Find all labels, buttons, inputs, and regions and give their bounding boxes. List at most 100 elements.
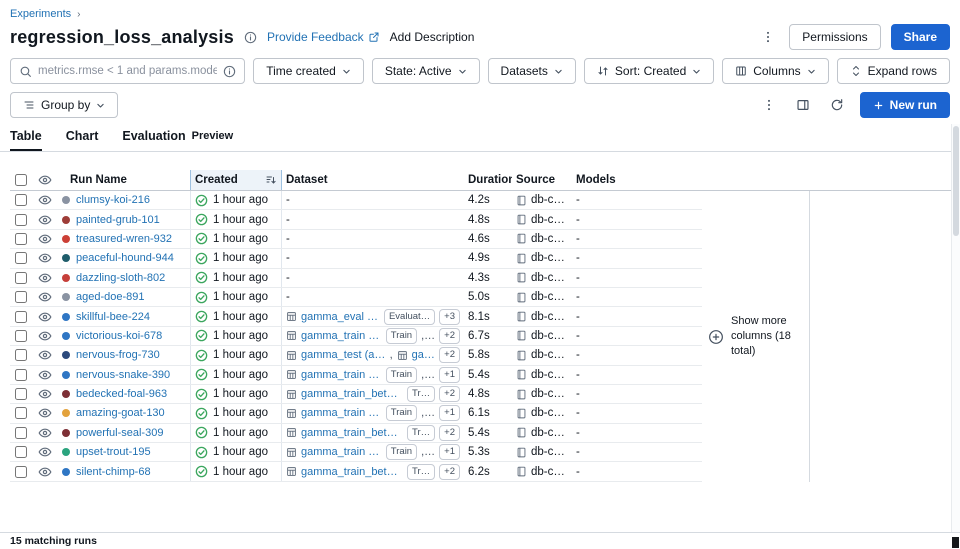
column-header-created[interactable]: Created: [190, 170, 282, 190]
row-checkbox[interactable]: [15, 388, 27, 400]
time-created-dropdown[interactable]: Time created: [253, 58, 364, 84]
provide-feedback-link[interactable]: Provide Feedback: [267, 30, 380, 44]
columns-dropdown[interactable]: Columns: [722, 58, 828, 84]
eye-icon[interactable]: [38, 445, 52, 459]
dataset-more-chip[interactable]: +1: [439, 444, 460, 460]
add-description-button[interactable]: Add Description: [390, 30, 475, 44]
dataset-more-chip[interactable]: +2: [439, 425, 460, 441]
refresh-runs-button[interactable]: [826, 94, 848, 116]
tab-table[interactable]: Table: [10, 129, 42, 151]
eye-icon[interactable]: [38, 251, 52, 265]
dataset-link[interactable]: gamma_train (b06b137d): [301, 407, 382, 419]
dataset-link[interactable]: gamma_train_beta (d5ef20ed): [301, 427, 403, 439]
dataset-more-chip[interactable]: +2: [439, 347, 460, 363]
dataset-more-chip[interactable]: +1: [439, 367, 460, 383]
dataset-link[interactable]: gamma_train (b06b137d): [301, 330, 382, 342]
row-checkbox[interactable]: [15, 349, 27, 361]
vertical-scrollbar[interactable]: [951, 124, 960, 532]
dataset-link[interactable]: gamma_train_beta (d5ef20ed): [301, 388, 403, 400]
run-name-link[interactable]: treasured-wren-932: [76, 233, 172, 245]
state-dropdown[interactable]: State: Active: [372, 58, 480, 84]
tab-evaluation[interactable]: Evaluation Preview: [122, 129, 233, 151]
row-checkbox[interactable]: [15, 466, 27, 478]
dataset-more-chip[interactable]: +3: [439, 309, 460, 325]
permissions-button[interactable]: Permissions: [789, 24, 880, 50]
eye-icon[interactable]: [38, 193, 52, 207]
column-header-run-name[interactable]: Run Name: [58, 170, 190, 190]
row-checkbox[interactable]: [15, 369, 27, 381]
eye-icon[interactable]: [38, 290, 52, 304]
sort-dropdown[interactable]: Sort: Created: [584, 58, 714, 84]
run-name-link[interactable]: upset-trout-195: [76, 446, 151, 458]
dataset-more-chip[interactable]: +2: [439, 464, 460, 480]
eye-icon[interactable]: [38, 465, 52, 479]
eye-icon[interactable]: [38, 213, 52, 227]
eye-icon[interactable]: [38, 387, 52, 401]
dataset-more-chip[interactable]: +1: [439, 405, 460, 421]
expand-rows-button[interactable]: Expand rows: [837, 58, 950, 84]
run-name-link[interactable]: victorious-koi-678: [76, 330, 162, 342]
eye-icon[interactable]: [38, 173, 52, 187]
datasets-dropdown[interactable]: Datasets: [488, 58, 576, 84]
eye-icon[interactable]: [38, 329, 52, 343]
show-more-columns-button[interactable]: Show more columns (18 total): [702, 191, 810, 482]
dataset-link[interactable]: gamma_train (b06b137d): [301, 369, 382, 381]
run-name-link[interactable]: nervous-frog-730: [76, 349, 160, 361]
run-name-link[interactable]: dazzling-sloth-802: [76, 272, 165, 284]
row-checkbox[interactable]: [15, 427, 27, 439]
column-header-duration[interactable]: Duration: [464, 170, 512, 190]
run-name-link[interactable]: powerful-seal-309: [76, 427, 163, 439]
eye-icon[interactable]: [38, 310, 52, 324]
search-box[interactable]: [10, 58, 245, 84]
dataset-link[interactable]: gamma_eval (80038a42): [301, 311, 380, 323]
row-checkbox[interactable]: [15, 214, 27, 226]
row-checkbox[interactable]: [15, 252, 27, 264]
dataset-more-chip[interactable]: +2: [439, 386, 460, 402]
column-header-source[interactable]: Source: [512, 170, 572, 190]
run-name-link[interactable]: peaceful-hound-944: [76, 252, 174, 264]
dataset-link[interactable]: gamma_train (b06b137d): [301, 446, 382, 458]
sort-descending-icon[interactable]: [265, 174, 277, 186]
eye-icon[interactable]: [38, 232, 52, 246]
share-button[interactable]: Share: [891, 24, 950, 50]
dataset-link[interactable]: gamma_train_beta (d5ef20ed): [301, 466, 403, 478]
row-checkbox[interactable]: [15, 330, 27, 342]
dataset-link[interactable]: gam…: [412, 349, 435, 361]
row-checkbox[interactable]: [15, 194, 27, 206]
run-name-link[interactable]: clumsy-koi-216: [76, 194, 150, 206]
row-checkbox[interactable]: [15, 311, 27, 323]
scrollbar-thumb[interactable]: [953, 126, 959, 236]
select-all-checkbox[interactable]: [15, 174, 27, 186]
tab-chart[interactable]: Chart: [66, 129, 99, 151]
run-name-link[interactable]: aged-doe-891: [76, 291, 145, 303]
search-input[interactable]: [38, 65, 217, 77]
table-kebab-menu-button[interactable]: [758, 94, 780, 116]
group-by-dropdown[interactable]: Group by: [10, 92, 118, 118]
toggle-sidebar-button[interactable]: [792, 94, 814, 116]
eye-icon[interactable]: [38, 368, 52, 382]
eye-icon[interactable]: [38, 406, 52, 420]
header-kebab-menu-button[interactable]: [757, 26, 779, 48]
eye-icon[interactable]: [38, 426, 52, 440]
row-checkbox[interactable]: [15, 446, 27, 458]
column-header-models[interactable]: Models: [572, 170, 692, 190]
row-checkbox[interactable]: [15, 233, 27, 245]
dataset-more-chip[interactable]: +2: [439, 328, 460, 344]
new-run-button[interactable]: New run: [860, 92, 950, 118]
dataset-link[interactable]: gamma_test (a071fb47): [301, 349, 386, 361]
eye-icon[interactable]: [38, 271, 52, 285]
run-name-link[interactable]: bedecked-foal-963: [76, 388, 167, 400]
column-header-dataset[interactable]: Dataset: [282, 170, 464, 190]
run-name-link[interactable]: skillful-bee-224: [76, 311, 150, 323]
row-checkbox[interactable]: [15, 291, 27, 303]
row-checkbox[interactable]: [15, 272, 27, 284]
run-name-link[interactable]: amazing-goat-130: [76, 407, 165, 419]
row-checkbox[interactable]: [15, 407, 27, 419]
eye-icon[interactable]: [38, 348, 52, 362]
run-name-link[interactable]: silent-chimp-68: [76, 466, 151, 478]
experiment-info-icon[interactable]: [244, 31, 257, 44]
breadcrumb-experiments-link[interactable]: Experiments: [10, 8, 71, 20]
run-name-link[interactable]: painted-grub-101: [76, 214, 160, 226]
run-name-link[interactable]: nervous-snake-390: [76, 369, 170, 381]
search-syntax-info-icon[interactable]: [223, 65, 236, 78]
